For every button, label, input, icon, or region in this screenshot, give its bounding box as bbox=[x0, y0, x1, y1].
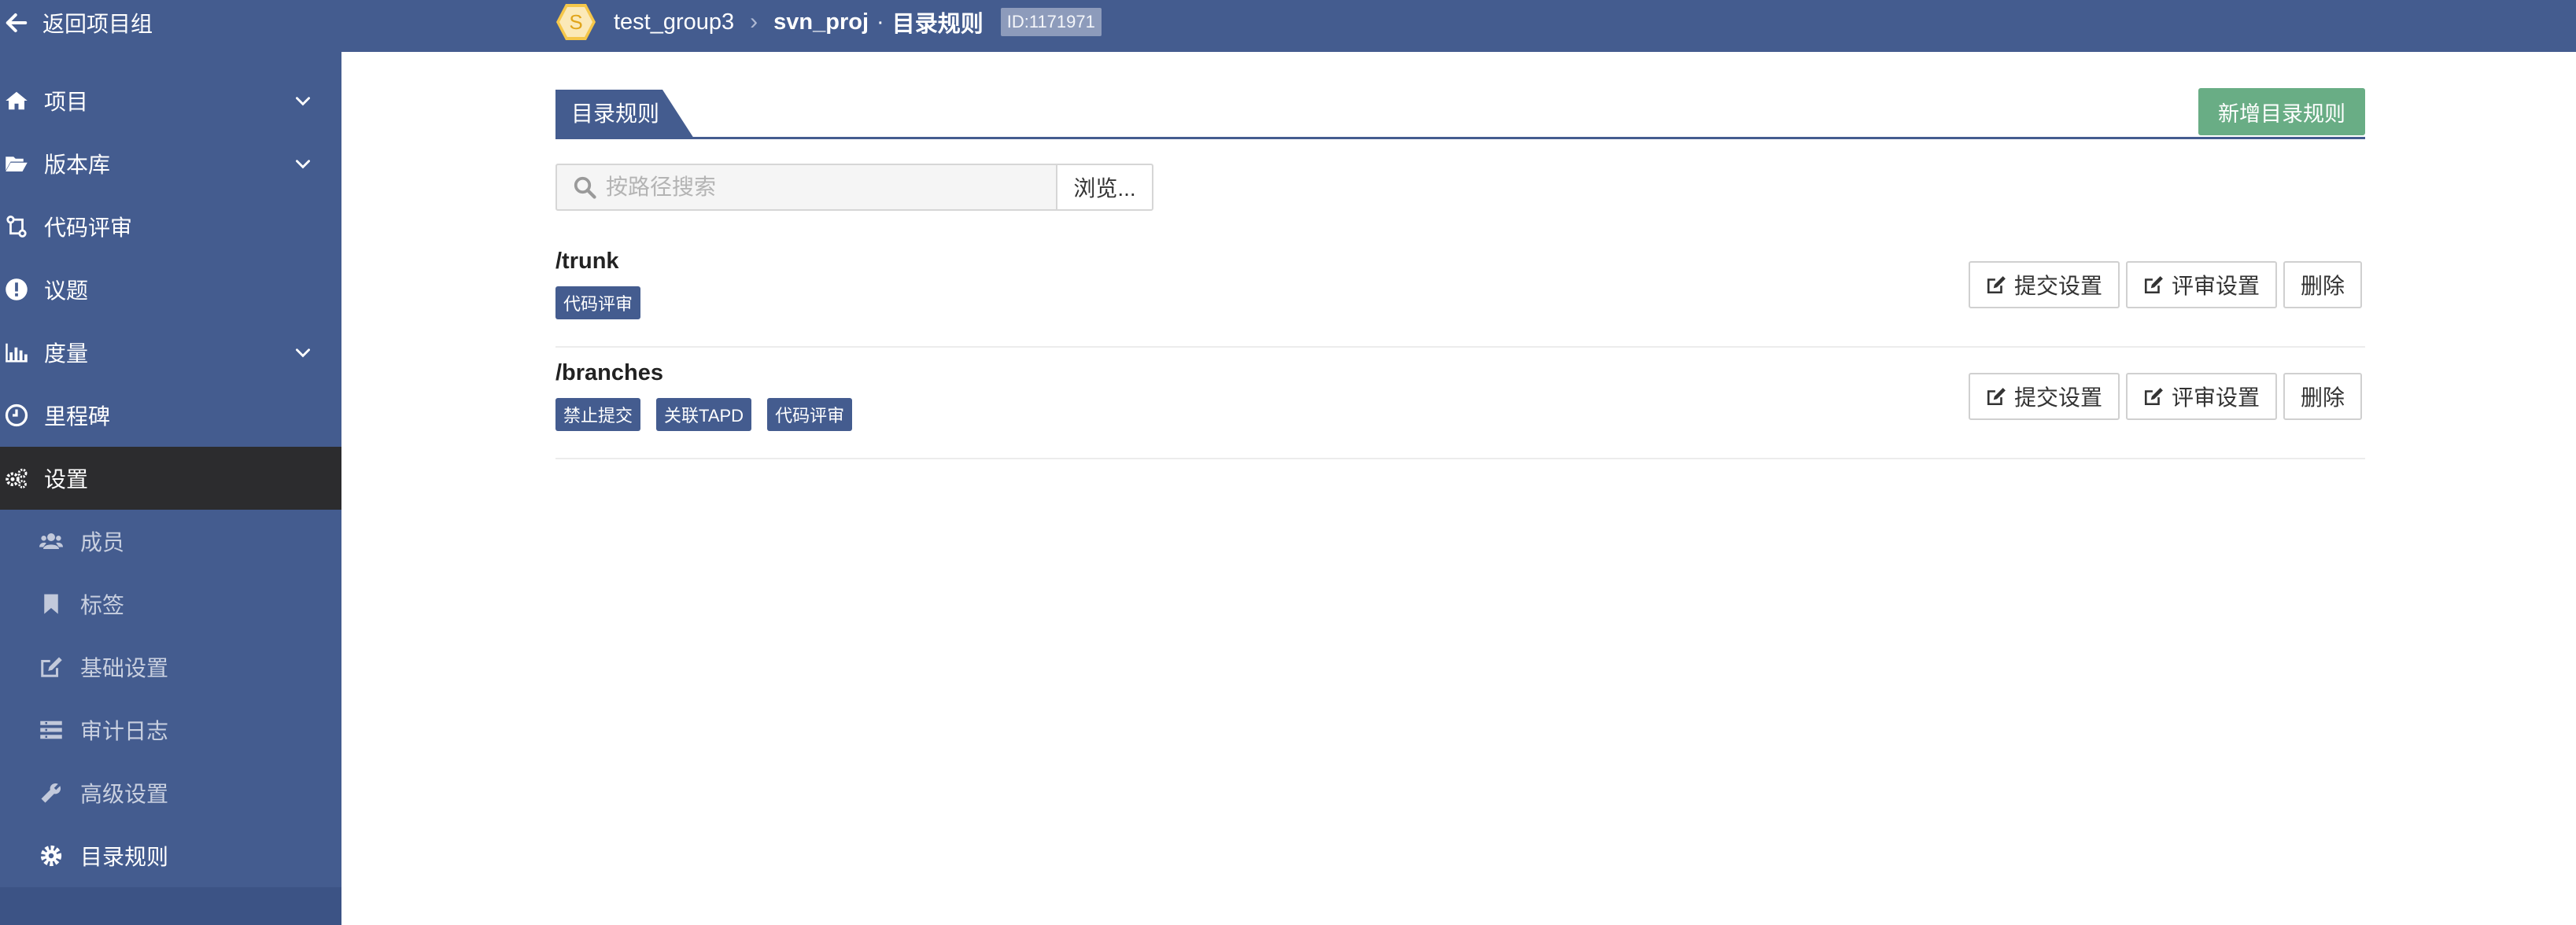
delete-rule-button[interactable]: 删除 bbox=[2283, 261, 2363, 308]
wrench-icon bbox=[41, 783, 61, 803]
sidebar-item-label: 项目 bbox=[44, 90, 89, 114]
sidebar-item-issues[interactable]: 议题 bbox=[0, 258, 341, 321]
rule-path[interactable]: /branches bbox=[555, 360, 663, 386]
delete-label: 删除 bbox=[2301, 385, 2345, 410]
add-directory-rule-button[interactable]: 新增目录规则 bbox=[2198, 88, 2365, 135]
rule-actions: 提交设置 评审设置 删除 bbox=[1969, 261, 2363, 308]
gear-icon bbox=[40, 845, 62, 867]
rule-tag: 代码评审 bbox=[767, 398, 853, 431]
rule-tags: 代码评审 bbox=[555, 286, 641, 319]
gears-icon bbox=[6, 468, 28, 488]
edit-icon bbox=[1987, 388, 2006, 406]
sidebar-item-repository[interactable]: 版本库 bbox=[0, 132, 341, 195]
review-settings-label: 评审设置 bbox=[2172, 385, 2260, 410]
sidebar-footer bbox=[0, 887, 341, 925]
edit-icon bbox=[2144, 276, 2163, 294]
sidebar-sub-item-labels[interactable]: 标签 bbox=[0, 573, 341, 636]
path-search-input[interactable] bbox=[606, 175, 1046, 200]
users-icon bbox=[39, 533, 63, 549]
sidebar-sub-item-label: 成员 bbox=[80, 530, 125, 555]
home-icon bbox=[6, 91, 28, 110]
sidebar-sub-item-directory-rules[interactable]: 目录规则 bbox=[0, 824, 341, 887]
group-initial: S bbox=[569, 9, 583, 34]
chevron-down-icon bbox=[296, 348, 310, 358]
rule-actions: 提交设置 评审设置 删除 bbox=[1969, 373, 2363, 420]
rule-tag: 关联TAPD bbox=[656, 398, 752, 431]
rule-tag: 代码评审 bbox=[555, 286, 641, 319]
sidebar-item-milestones[interactable]: 里程碑 bbox=[0, 384, 341, 447]
search-icon bbox=[574, 176, 596, 199]
tab-label: 目录规则 bbox=[571, 101, 660, 126]
sidebar-item-code-review[interactable]: 代码评审 bbox=[0, 195, 341, 258]
rule-tag: 禁止提交 bbox=[555, 398, 641, 431]
sidebar: 项目 版本库 代码评审 议题 度量 里程碑 设置 成员 标签 基础设置 审计日志… bbox=[0, 52, 341, 925]
sidebar-item-label: 议题 bbox=[44, 278, 89, 303]
sidebar-sub-item-advanced-settings[interactable]: 高级设置 bbox=[0, 761, 341, 824]
bar-chart-icon bbox=[6, 343, 28, 363]
project-id-badge: ID:1171971 bbox=[1000, 8, 1102, 36]
sidebar-sub-item-members[interactable]: 成员 bbox=[0, 510, 341, 573]
edit-icon bbox=[41, 657, 62, 677]
rule-tags: 禁止提交 关联TAPD 代码评审 bbox=[555, 398, 853, 431]
review-settings-button[interactable]: 评审设置 bbox=[2126, 261, 2278, 308]
code-review-icon bbox=[6, 216, 27, 238]
delete-label: 删除 bbox=[2301, 274, 2345, 298]
sidebar-item-label: 设置 bbox=[44, 467, 89, 492]
sidebar-sub-item-label: 基础设置 bbox=[80, 656, 169, 680]
list-icon bbox=[40, 720, 62, 739]
chevron-down-icon bbox=[296, 160, 310, 169]
commit-settings-button[interactable]: 提交设置 bbox=[1969, 373, 2120, 420]
sidebar-sub-item-label: 审计日志 bbox=[80, 719, 169, 743]
rule-path[interactable]: /trunk bbox=[555, 249, 619, 275]
review-settings-button[interactable]: 评审设置 bbox=[2126, 373, 2278, 420]
commit-settings-label: 提交设置 bbox=[2014, 385, 2103, 410]
main-content: 目录规则 新增目录规则 浏览... /trunk 代码评审 提交设置 bbox=[341, 52, 2576, 925]
breadcrumb-dot: · bbox=[877, 9, 884, 35]
sidebar-sub-item-label: 高级设置 bbox=[80, 782, 169, 806]
edit-icon bbox=[2144, 388, 2163, 406]
sidebar-item-label: 代码评审 bbox=[44, 216, 133, 240]
sidebar-sub-item-label: 标签 bbox=[80, 593, 125, 617]
sidebar-item-label: 里程碑 bbox=[44, 404, 111, 429]
sidebar-item-label: 版本库 bbox=[44, 153, 111, 177]
commit-settings-button[interactable]: 提交设置 bbox=[1969, 261, 2120, 308]
exclamation-circle-icon bbox=[6, 278, 28, 300]
breadcrumb: S test_group3 › svn_proj · 目录规则 ID:11719… bbox=[555, 0, 1102, 44]
browse-button[interactable]: 浏览... bbox=[1056, 164, 1153, 211]
sidebar-sub-item-label: 目录规则 bbox=[80, 845, 169, 869]
breadcrumb-group[interactable]: test_group3 bbox=[614, 9, 734, 35]
delete-rule-button[interactable]: 删除 bbox=[2283, 373, 2363, 420]
rule-row: /trunk 代码评审 提交设置 评审设置 删除 bbox=[555, 236, 2365, 348]
chevron-right-icon: › bbox=[750, 9, 758, 35]
review-settings-label: 评审设置 bbox=[2172, 274, 2260, 298]
group-avatar[interactable]: S bbox=[555, 2, 596, 42]
search-box bbox=[555, 164, 1057, 211]
bookmark-icon bbox=[44, 594, 58, 614]
back-to-group-link[interactable]: 返回项目组 bbox=[0, 0, 153, 46]
chevron-down-icon bbox=[296, 97, 310, 106]
top-bar: 返回项目组 S test_group3 › svn_proj · 目录规则 ID… bbox=[0, 0, 2576, 52]
rule-row: /branches 禁止提交 关联TAPD 代码评审 提交设置 评审设置 删除 bbox=[555, 348, 2365, 459]
arrow-left-icon bbox=[6, 13, 28, 32]
folder-open-icon bbox=[6, 157, 28, 171]
sidebar-sub-item-audit-log[interactable]: 审计日志 bbox=[0, 698, 341, 761]
commit-settings-label: 提交设置 bbox=[2014, 274, 2103, 298]
edit-icon bbox=[1987, 276, 2006, 294]
sidebar-item-label: 度量 bbox=[44, 341, 89, 366]
sidebar-item-project[interactable]: 项目 bbox=[0, 69, 341, 132]
tab-underline bbox=[555, 137, 2365, 139]
sidebar-sub-item-basic-settings[interactable]: 基础设置 bbox=[0, 636, 341, 698]
back-to-group-label: 返回项目组 bbox=[42, 12, 153, 36]
breadcrumb-page: 目录规则 bbox=[891, 12, 984, 37]
sidebar-item-settings[interactable]: 设置 bbox=[0, 447, 341, 510]
sidebar-item-metrics[interactable]: 度量 bbox=[0, 321, 341, 384]
app-root: 返回项目组 S test_group3 › svn_proj · 目录规则 ID… bbox=[0, 0, 2576, 925]
clock-icon bbox=[5, 404, 28, 427]
breadcrumb-project[interactable]: svn_proj bbox=[773, 9, 869, 35]
